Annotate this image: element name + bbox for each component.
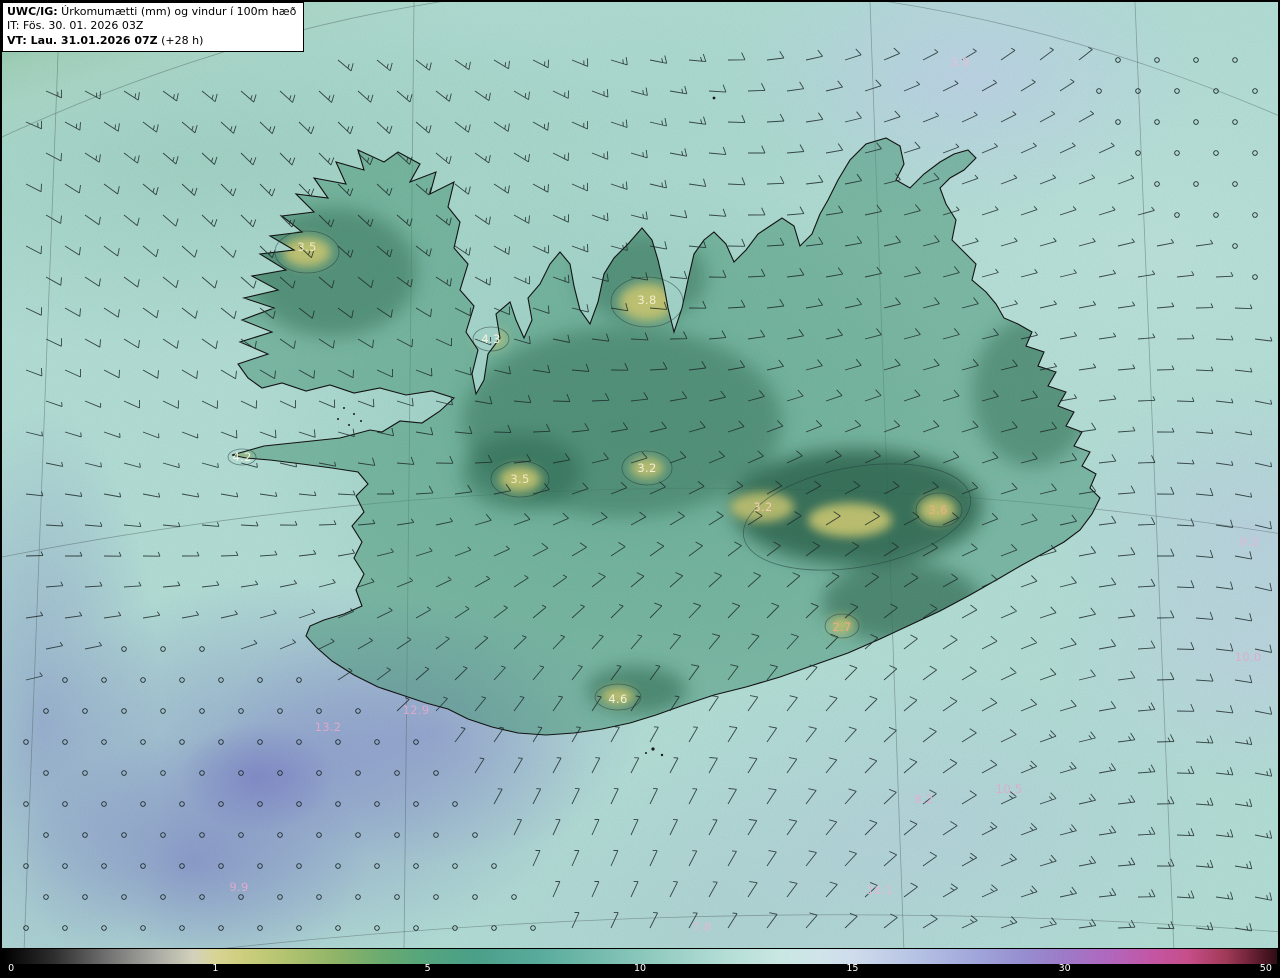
precip-value-label: 7.8 bbox=[692, 920, 711, 934]
precip-value-label: 10.5 bbox=[996, 782, 1023, 796]
dither-texture bbox=[2, 2, 1278, 948]
valid-time: VT: Lau. 31.01.2026 07Z bbox=[7, 34, 158, 47]
weather-chart: 3.5 3.8 4.3 4.2 3.5 3.2 3.2 3.6 2.7 4.6 12.9 13.2 9.… bbox=[0, 0, 1280, 978]
precip-value-label: 3.2 bbox=[637, 461, 656, 475]
precip-value-label: 3.5 bbox=[510, 472, 529, 486]
precip-value-label: 9.9 bbox=[229, 880, 248, 894]
precip-value-label: 8.2 bbox=[914, 792, 933, 806]
colorbar-tick-label: 10 bbox=[634, 964, 646, 974]
precip-value-label: 12.9 bbox=[403, 703, 430, 717]
colorbar-tick-label: 30 bbox=[1059, 964, 1071, 974]
colorbar-tick-label: 0 bbox=[8, 964, 14, 974]
colorbar-tick-label: 50 bbox=[1260, 964, 1272, 974]
colorbar-tick-label: 1 bbox=[212, 964, 218, 974]
colorbar-tick-label: 5 bbox=[425, 964, 431, 974]
title-box: UWC/IG: Úrkomumætti (mm) og vindur í 100… bbox=[2, 2, 304, 52]
precip-value-label: 3.2 bbox=[753, 500, 772, 514]
precip-value-label: 3.8 bbox=[637, 293, 656, 307]
colorbar-tick-label: 15 bbox=[846, 964, 858, 974]
precip-value-label: 3.5 bbox=[297, 240, 316, 254]
model-name: UWC/IG: bbox=[7, 5, 58, 18]
lead-time: (+28 h) bbox=[158, 34, 204, 47]
precip-value-label: 2.7 bbox=[832, 620, 851, 634]
parameter-title: Úrkomumætti (mm) og vindur í 100m hæð bbox=[58, 5, 297, 18]
chart-title-line: UWC/IG: Úrkomumætti (mm) og vindur í 100… bbox=[7, 5, 296, 19]
precip-value-label: 9.3 bbox=[1239, 535, 1258, 549]
precip-value-label: 16.1 bbox=[867, 883, 894, 897]
init-time: IT: Fös. 30. 01. 2026 03Z bbox=[7, 19, 296, 33]
precip-value-label: 13.2 bbox=[315, 720, 342, 734]
map-area: 3.5 3.8 4.3 4.2 3.5 3.2 3.2 3.6 2.7 4.6 12.9 13.2 9.… bbox=[2, 2, 1278, 948]
valid-time-line: VT: Lau. 31.01.2026 07Z (+28 h) bbox=[7, 34, 296, 48]
precip-value-label: 10.0 bbox=[1235, 650, 1262, 664]
map-canvas bbox=[2, 2, 1278, 948]
colorbar-gradient bbox=[3, 949, 1277, 964]
colorbar-ticks: 01510153050 bbox=[3, 963, 1277, 976]
precip-value-label: 3.6 bbox=[928, 503, 947, 517]
colorbar: 01510153050 bbox=[2, 948, 1278, 976]
precip-value-label: 4.3 bbox=[481, 332, 500, 346]
precip-value-label: 3.9 bbox=[950, 55, 969, 69]
precip-value-label: 4.6 bbox=[608, 692, 627, 706]
precip-value-label: 4.2 bbox=[232, 450, 251, 464]
